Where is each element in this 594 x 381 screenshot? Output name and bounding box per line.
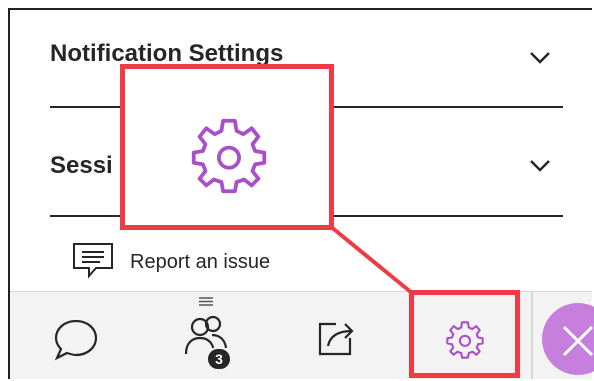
feedback-icon [73, 243, 113, 279]
attendee-count-badge: 3 [206, 347, 232, 371]
chat-bubble-icon[interactable] [52, 318, 100, 362]
section-title-session[interactable]: Sessi [50, 152, 113, 180]
zoom-callout [120, 64, 334, 230]
bar-separator [531, 291, 533, 379]
settings-highlight-box [409, 290, 520, 378]
chevron-down-icon[interactable] [528, 50, 552, 66]
report-issue-label: Report an issue [130, 250, 271, 273]
chevron-down-icon[interactable] [528, 158, 552, 174]
share-content-icon[interactable] [314, 318, 358, 358]
gear-icon [191, 118, 267, 194]
drag-handle-icon[interactable] [199, 297, 213, 306]
report-issue-link[interactable]: Report an issue [70, 242, 270, 282]
